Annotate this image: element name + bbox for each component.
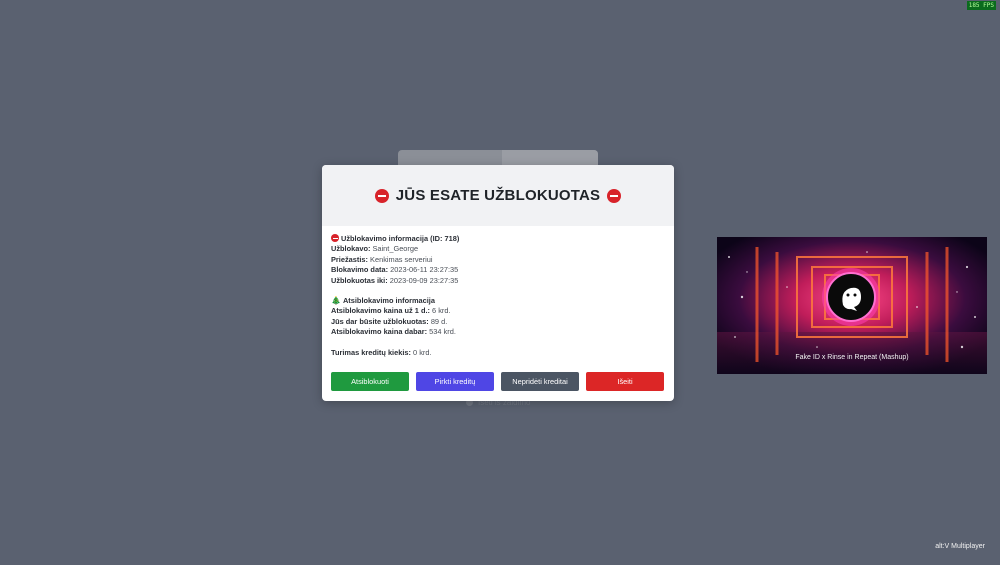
ban-row-date: Blokavimo data: 2023-06-11 23:27:35 — [331, 265, 665, 275]
row-value: Saint_George — [372, 244, 419, 254]
unban-info-title: 🎄 Atsiblokavimo informacija — [331, 296, 665, 306]
tree-icon: 🎄 — [331, 296, 341, 306]
credits-row: Turimas kreditų kiekis: 0 krd. — [331, 348, 665, 358]
unban-row-price-now: Atsiblokavimo kaina dabar: 534 krd. — [331, 327, 665, 337]
no-entry-icon — [607, 188, 622, 203]
unban-button[interactable]: Atsiblokuoti — [331, 372, 409, 391]
row-value: 534 krd. — [429, 327, 456, 337]
modal-header: JŪS ESATE UŽBLOKUOTAS — [322, 165, 674, 226]
no-entry-icon — [331, 234, 339, 242]
no-entry-icon — [374, 188, 389, 203]
row-label: Blokavimo data: — [331, 265, 389, 275]
ban-modal: JŪS ESATE UŽBLOKUOTAS Užblokavimo inform… — [322, 165, 674, 401]
buy-credits-button[interactable]: Pirkti kreditų — [416, 372, 494, 391]
row-value: 6 krd. — [432, 306, 451, 316]
fps-counter: 185 FPS — [966, 1, 996, 10]
unban-info-title-text: Atsiblokavimo informacija — [342, 296, 435, 306]
row-value: 2023-09-09 23:27:35 — [389, 275, 459, 285]
row-label: Užblokuotas iki: — [331, 275, 388, 285]
ban-info-title: Užblokavimo informacija (ID: 718) — [331, 234, 665, 244]
row-label: Užblokavo: — [331, 244, 371, 254]
row-label: Jūs dar būsite užblokuotas: — [331, 316, 429, 326]
row-label: Atsiblokavimo kaina dabar: — [331, 327, 428, 337]
row-label: Priežastis: — [331, 254, 368, 264]
row-value: 89 d. — [430, 316, 448, 326]
unban-row-days-left: Jūs dar būsite užblokuotas: 89 d. — [331, 317, 665, 327]
modal-buttons: Atsiblokuoti Pirkti kreditų Nepridėti kr… — [331, 372, 664, 391]
modal-body: Užblokavimo informacija (ID: 718) Užblok… — [322, 226, 674, 358]
altv-watermark: alt:V Multiplayer — [935, 543, 985, 550]
music-video-thumbnail: Fake ID x Rinse in Repeat (Mashup) — [717, 237, 987, 374]
ban-row-banned-by: Užblokavo: Saint_George — [331, 244, 665, 254]
row-value: Kenkimas serveriui — [370, 254, 433, 264]
unban-row-price-per-day: Atsiblokavimo kaina už 1 d.: 6 krd. — [331, 306, 665, 316]
exit-button[interactable]: Išeiti — [586, 372, 664, 391]
credits-label: Turimas kreditų kiekis: — [331, 347, 411, 357]
row-label: Atsiblokavimo kaina už 1 d.: — [331, 306, 430, 316]
no-credits-button[interactable]: Nepridėti kreditai — [501, 372, 579, 391]
ban-row-reason: Priežastis: Kenkimas serveriui — [331, 255, 665, 265]
modal-title-text: JŪS ESATE UŽBLOKUOTAS — [395, 187, 601, 204]
ban-row-until: Užblokuotas iki: 2023-09-09 23:27:35 — [331, 276, 665, 286]
credits-value: 0 krd. — [413, 347, 432, 357]
ban-info-title-text: Užblokavimo informacija (ID: 718) — [341, 234, 460, 243]
video-caption: Fake ID x Rinse in Repeat (Mashup) — [795, 354, 909, 361]
modal-title: JŪS ESATE UŽBLOKUOTAS — [374, 187, 622, 204]
row-value: 2023-06-11 23:27:35 — [390, 265, 459, 275]
